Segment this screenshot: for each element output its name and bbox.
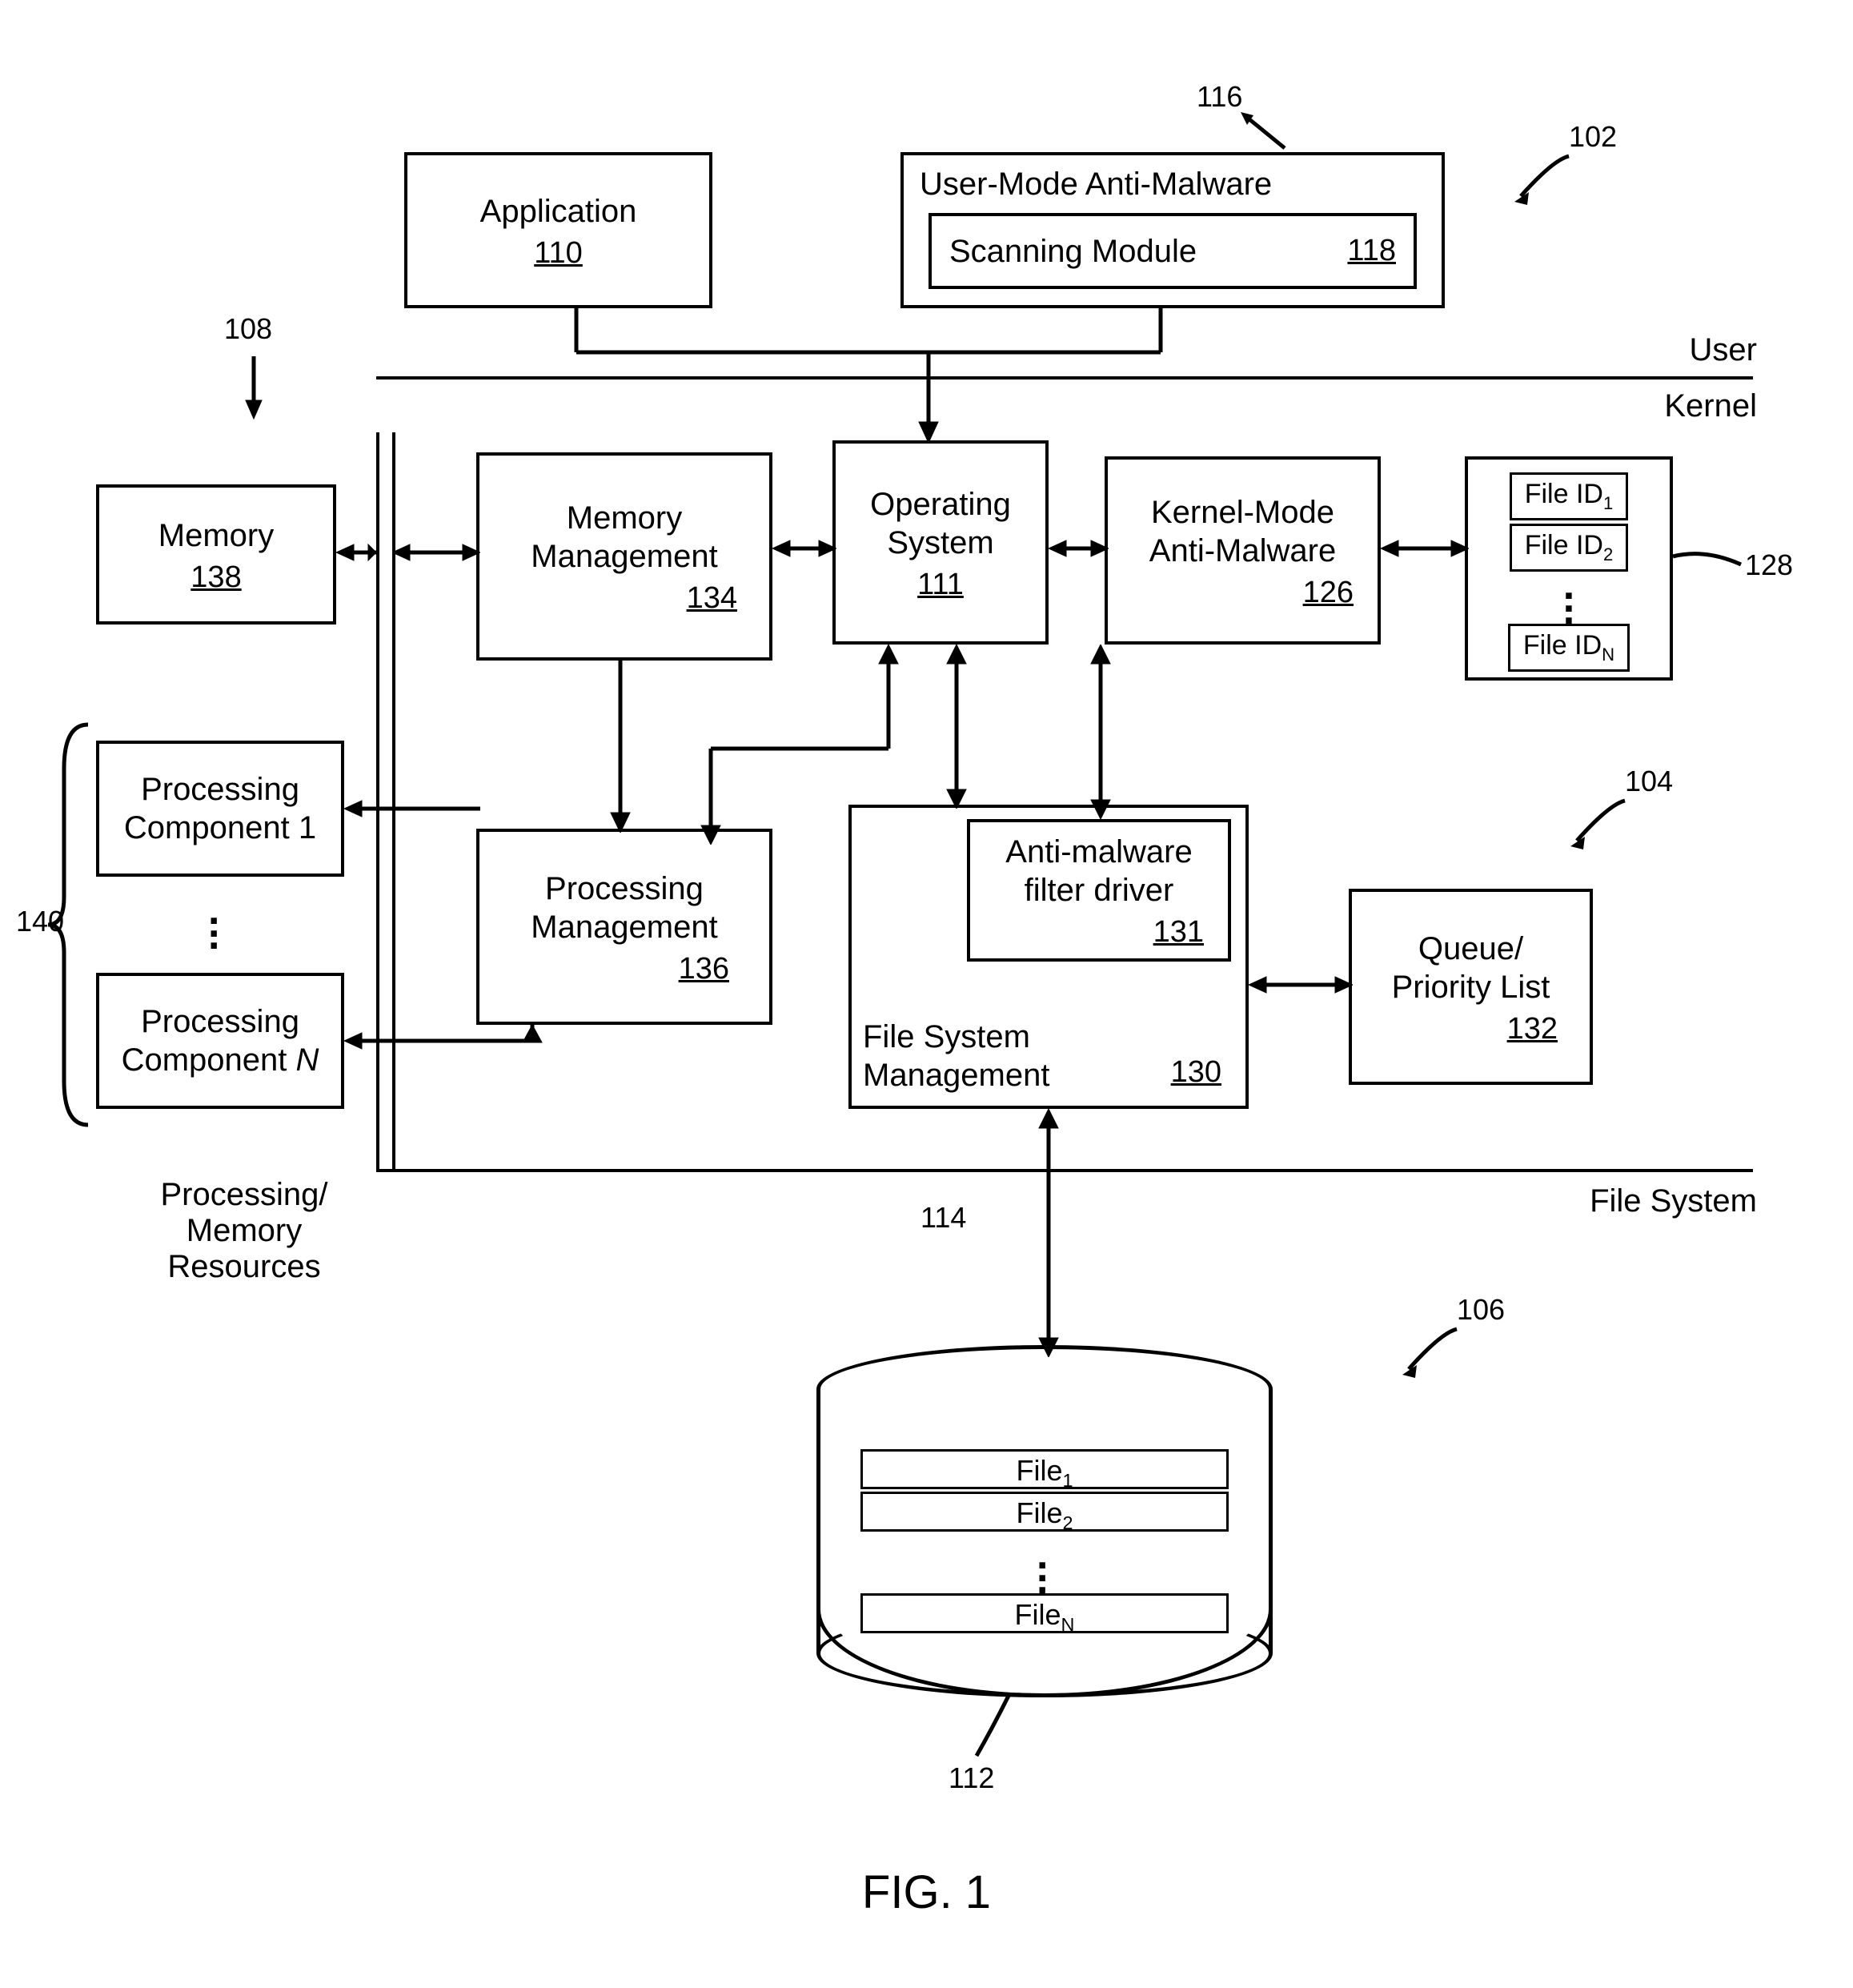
- kernel-anti-malware-box: Kernel-Mode Anti-Malware 126: [1105, 456, 1381, 645]
- file-id-dots: ...: [1563, 580, 1574, 617]
- callout-104: 104: [1625, 765, 1673, 798]
- pointer-104: [1561, 797, 1633, 853]
- arrow-os-kam: [1049, 532, 1109, 564]
- processing-component-n-box: Processing Component N: [96, 973, 344, 1109]
- file-id-box: File ID1 File ID2 ... File IDN: [1465, 456, 1673, 681]
- callout-116: 116: [1197, 80, 1242, 114]
- callout-140: 140: [16, 905, 64, 938]
- kernel-fs-divider: [376, 1169, 1753, 1172]
- file-system-mgmt-ref: 130: [1171, 1054, 1221, 1091]
- pointer-102: [1505, 152, 1577, 208]
- arrow-kam-ids: [1381, 532, 1469, 564]
- file-row-2: File2: [860, 1492, 1229, 1532]
- arrow-fsm-queue: [1249, 969, 1353, 1001]
- application-ref: 110: [534, 235, 583, 272]
- queue-ref: 132: [1507, 1011, 1558, 1048]
- user-anti-malware-box: User-Mode Anti-Malware Scanning Module 1…: [900, 152, 1445, 308]
- memory-ref: 138: [191, 560, 241, 596]
- memory-mgmt-ref: 134: [687, 580, 737, 617]
- filter-driver-ref: 131: [1153, 914, 1204, 951]
- arrow-fsm-db: [1033, 1109, 1065, 1357]
- user-anti-malware-label: User-Mode Anti-Malware: [904, 162, 1277, 207]
- pointer-112: [961, 1696, 1025, 1760]
- callout-128: 128: [1745, 548, 1793, 582]
- scanning-module-ref: 118: [1347, 233, 1396, 270]
- callout-114: 114: [920, 1201, 966, 1235]
- callout-102: 102: [1569, 120, 1617, 154]
- file-system-tier-label: File System: [1549, 1183, 1757, 1219]
- arrow-memmgmt-procmgmt: [604, 661, 636, 833]
- queue-label: Queue/ Priority List: [1387, 926, 1555, 1010]
- pointer-128: [1673, 540, 1745, 572]
- operating-system-box: Operating System 111: [832, 440, 1049, 645]
- user-tier-label: User: [1661, 332, 1757, 368]
- file-id-row-1: File ID1: [1510, 472, 1629, 520]
- file-row-n: FileN: [860, 1593, 1229, 1633]
- memory-label: Memory: [154, 513, 279, 558]
- pointer-116: [1241, 112, 1321, 160]
- pointer-108: [242, 356, 266, 420]
- arrow-proc1-bus: [344, 793, 480, 825]
- database-cylinder: File1 File2 ... FileN: [816, 1345, 1273, 1697]
- operating-system-ref: 111: [917, 567, 964, 604]
- processing-component-1-label: Processing Component 1: [119, 767, 321, 850]
- callout-106: 106: [1457, 1293, 1505, 1327]
- figure-caption: FIG. 1: [0, 1866, 1853, 1919]
- kernel-tier-label: Kernel: [1637, 388, 1757, 424]
- callout-108: 108: [224, 312, 272, 346]
- callout-112: 112: [949, 1761, 994, 1795]
- file-system-mgmt-label: File System Management: [863, 1019, 1049, 1093]
- file-rows-dots: ...: [1037, 1549, 1048, 1587]
- resources-label: Processing/ Memory Resources: [140, 1177, 348, 1285]
- file-row-1: File1: [860, 1449, 1229, 1489]
- arrow-memmgmt-os: [772, 532, 836, 564]
- processing-mgmt-box: Processing Management 136: [476, 829, 772, 1025]
- arrow-os-fsm: [941, 645, 973, 809]
- arrow-app-os: [544, 308, 1185, 444]
- filter-driver-box: Anti-malware filter driver 131: [967, 819, 1231, 962]
- filter-driver-label: Anti-malware filter driver: [1001, 829, 1197, 913]
- application-label: Application: [475, 189, 642, 234]
- operating-system-label: Operating System: [865, 482, 1016, 565]
- scanning-module-box: Scanning Module 118: [929, 213, 1417, 289]
- arrow-bus-procmgmt-up: [392, 1025, 600, 1073]
- memory-box: Memory 138: [96, 484, 336, 625]
- arrow-memory-bus: [336, 536, 400, 568]
- processing-components-dots: ...: [208, 905, 219, 942]
- application-box: Application 110: [404, 152, 712, 308]
- memory-mgmt-box: Memory Management 134: [476, 452, 772, 661]
- scanning-module-label: Scanning Module: [949, 232, 1197, 271]
- file-system-mgmt-box: Anti-malware filter driver 131 File Syst…: [848, 805, 1249, 1109]
- memory-mgmt-label: Memory Management: [526, 496, 722, 579]
- pointer-106: [1393, 1325, 1465, 1381]
- kernel-anti-malware-ref: 126: [1303, 575, 1354, 612]
- queue-box: Queue/ Priority List 132: [1349, 889, 1593, 1085]
- kernel-anti-malware-label: Kernel-Mode Anti-Malware: [1145, 490, 1341, 573]
- processing-component-1-box: Processing Component 1: [96, 741, 344, 877]
- arrow-kam-filter: [1085, 645, 1117, 819]
- arrow-os-procmgmt: [696, 645, 904, 845]
- processing-component-n-label: Processing Component N: [117, 999, 324, 1082]
- processing-mgmt-ref: 136: [679, 951, 729, 988]
- arrow-bus-memmgmt: [392, 536, 480, 568]
- processing-mgmt-label: Processing Management: [526, 866, 722, 950]
